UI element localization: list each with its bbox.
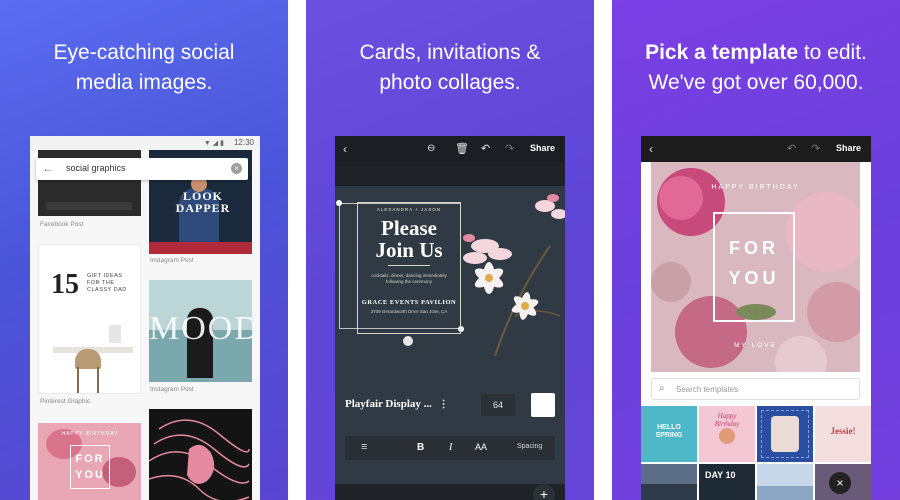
status-time: 12:30 xyxy=(233,138,254,147)
card-line-you: YOU xyxy=(728,268,780,288)
font-size-field[interactable]: 64 xyxy=(481,394,515,416)
font-selector[interactable]: Playfair Display ... ⋮ xyxy=(345,398,449,410)
search-bar[interactable]: ← social graphics × xyxy=(36,158,248,180)
panel-cards-invitations: Cards, invitations & photo collages. ‹ ⊖… xyxy=(306,0,594,500)
spacing-button[interactable]: Spacing xyxy=(517,443,542,450)
caption-line-2: photo collages. xyxy=(379,71,521,94)
card-frame xyxy=(713,212,795,322)
birthday-card-design[interactable]: HAPPY BIRTHDAY FOR YOU MY LOVE xyxy=(651,162,860,372)
font-name[interactable]: Playfair Display ... xyxy=(345,398,432,410)
invite-venue: GRACE EVENTS PAVILION xyxy=(361,299,457,306)
bold-button[interactable]: B xyxy=(417,442,424,453)
caption-bold: Pick a template xyxy=(645,41,798,64)
card-happy-birthday: HAPPY BIRTHDAY xyxy=(711,184,800,191)
result-tile-mood[interactable]: MOOD xyxy=(149,280,252,382)
back-chevron-icon[interactable]: ‹ xyxy=(649,142,653,156)
template-thumb-blue-pattern[interactable] xyxy=(757,406,813,462)
trash-icon[interactable]: 🗑 xyxy=(455,142,469,155)
template-search-placeholder[interactable]: Search templates xyxy=(676,385,738,394)
caption-line-2: media images. xyxy=(75,71,213,94)
screenshot-collage: Eye-catching social media images. ▼◢▮ 12… xyxy=(0,0,900,500)
caption-rest: to edit. xyxy=(798,41,867,64)
invite-details: cocktails, dinner, dancing immediately f… xyxy=(371,273,447,284)
caption-line-1: Cards, invitations & xyxy=(359,41,541,64)
share-button[interactable]: Share xyxy=(836,143,861,153)
template-thumb-sky[interactable] xyxy=(757,464,813,500)
tile-text-gift-number: 15 xyxy=(51,269,79,300)
font-dropdown-icon[interactable]: ⋮ xyxy=(439,399,449,410)
floral-artwork xyxy=(463,194,565,356)
resize-handle-top-left[interactable] xyxy=(336,200,342,206)
caption-line-2: We've got over 60,000. xyxy=(648,71,864,94)
tile-text-birthday: HAPPY BIRTHDAY xyxy=(61,431,119,437)
template-thumb-landscape[interactable] xyxy=(641,464,697,500)
caption-line-1: Pick a template to edit. xyxy=(612,38,900,68)
invite-address: 3709 Gerardworth Drive San Jose, CA xyxy=(370,309,448,314)
tile-label-facebook: Facebook Post xyxy=(40,221,84,228)
clear-search-icon[interactable]: × xyxy=(231,163,242,174)
tile-text-mood: MOOD xyxy=(149,310,252,347)
template-thumb-happy-birthday[interactable]: Happy Birthday xyxy=(699,406,755,462)
panel-caption: Eye-catching social media images. xyxy=(0,38,288,98)
redo-icon[interactable]: ↷ xyxy=(505,142,514,155)
panel-social-images: Eye-catching social media images. ▼◢▮ 12… xyxy=(0,0,288,500)
more-options-icon[interactable]: ⊖ xyxy=(427,143,435,154)
case-button[interactable]: AA xyxy=(475,442,487,452)
search-query[interactable]: social graphics xyxy=(66,163,126,173)
invite-headline-1: Please xyxy=(381,216,437,240)
card-line-for: FOR xyxy=(729,238,779,258)
card-signoff: MY LOVE xyxy=(734,342,777,349)
editor-toolbar: ‹ ⊖ 🗑 ↶ ↷ Share xyxy=(335,136,565,162)
line-art-illustration xyxy=(149,419,250,500)
tile-text-look-dapper: LOOK DAPPER xyxy=(175,189,231,215)
tile-text-for-you: FOR YOU xyxy=(70,445,110,489)
text-color-swatch[interactable] xyxy=(531,393,555,417)
panel-templates: Pick a template to edit. We've got over … xyxy=(612,0,900,500)
result-tile-for-you[interactable]: HAPPY BIRTHDAY FOR YOU xyxy=(38,423,141,500)
align-center-icon[interactable]: ≡ xyxy=(361,441,367,453)
rotate-handle-icon[interactable] xyxy=(403,336,413,346)
editor-screen: ‹ ⊖ 🗑 ↶ ↷ Share ALEXANDRA + JASON Please… xyxy=(335,136,565,500)
invite-names: ALEXANDRA + JASON xyxy=(376,207,442,212)
share-button[interactable]: Share xyxy=(530,143,555,153)
template-thumb-purple[interactable]: × xyxy=(815,464,871,500)
result-tile-line-art[interactable] xyxy=(149,409,252,500)
close-icon[interactable]: × xyxy=(829,472,851,494)
invite-headline-2: Join Us xyxy=(375,238,443,262)
format-panel-bg xyxy=(335,484,565,500)
template-thumb-hello-spring[interactable]: HELLO SPRING xyxy=(641,406,697,462)
undo-icon[interactable]: ↶ xyxy=(481,142,490,155)
status-icons: ▼◢▮ xyxy=(203,140,226,147)
tile-text-gift: GIFT IDEAS FOR THE CLASSY DAD xyxy=(87,273,127,293)
back-chevron-icon[interactable]: ‹ xyxy=(343,142,347,156)
italic-button[interactable]: I xyxy=(449,442,452,453)
template-thumb-jessie[interactable]: Jessie! xyxy=(815,406,871,462)
template-screen: ‹ ↶ ↷ Share HAPPY BIRTHDAY FOR YOU MY LO… xyxy=(641,136,871,500)
tile-label-pinterest: Pinterest Graphic xyxy=(40,398,91,405)
caption-line-1: Eye-catching social xyxy=(53,41,235,64)
redo-icon[interactable]: ↷ xyxy=(811,142,820,155)
panel-caption: Cards, invitations & photo collages. xyxy=(306,38,594,98)
invitation-text-block[interactable]: ALEXANDRA + JASON Please Join Us cocktai… xyxy=(357,202,461,334)
phone-screen: ▼◢▮ 12:30 Facebook Post LOOK DAPPER Inst… xyxy=(30,136,260,500)
undo-icon[interactable]: ↶ xyxy=(787,142,796,155)
editor-toolbar: ‹ ↶ ↷ Share xyxy=(641,136,871,162)
search-icon: ⌕ xyxy=(659,383,665,394)
template-search-bar[interactable]: ⌕ Search templates xyxy=(651,378,860,400)
tile-label-instagram-1: Instagram Post xyxy=(150,257,194,264)
status-bar: ▼◢▮ 12:30 xyxy=(30,136,260,150)
result-tile-gift-ideas[interactable]: 15 GIFT IDEAS FOR THE CLASSY DAD xyxy=(38,244,141,394)
template-thumb-day-10[interactable]: DAY 10 xyxy=(699,464,755,500)
add-element-button[interactable]: + xyxy=(533,484,555,500)
tile-label-instagram-2: Instagram Post xyxy=(150,386,194,393)
format-toolbar: ≡ B I AA Spacing xyxy=(345,436,555,460)
back-arrow-icon[interactable]: ← xyxy=(42,161,54,175)
panel-caption: Pick a template to edit. We've got over … xyxy=(612,38,900,98)
